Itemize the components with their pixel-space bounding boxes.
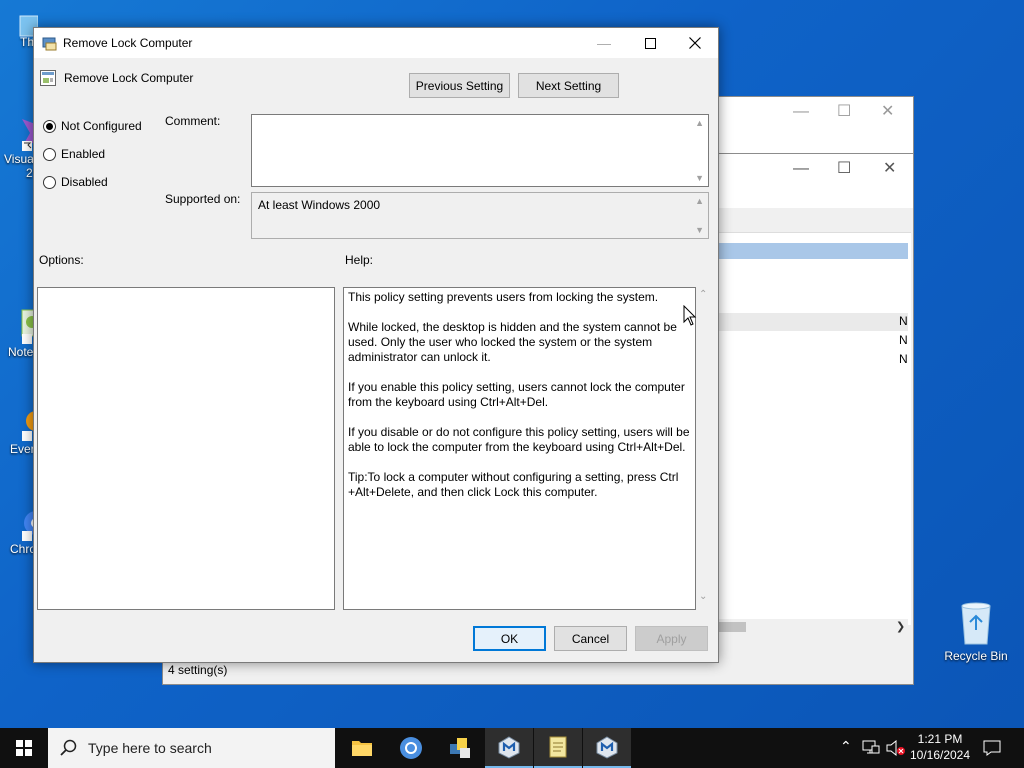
help-paragraph: If you enable this policy setting, users… (348, 380, 685, 409)
radio-indicator[interactable] (43, 147, 56, 161)
search-placeholder: Type here to search (88, 740, 212, 756)
maximize-button[interactable] (627, 28, 673, 58)
setting-header: Remove Lock Computer (64, 71, 194, 85)
scroll-down-icon[interactable]: ⌄ (699, 591, 707, 602)
comment-textarea[interactable]: ▲ ▼ (251, 114, 709, 187)
help-paragraph: Tip:To lock a computer without configuri… (348, 470, 679, 499)
close-icon[interactable]: ✕ (881, 101, 894, 121)
radio-label: Enabled (61, 147, 106, 161)
help-paragraph: This policy setting prevents users from … (348, 290, 659, 304)
close-icon (689, 37, 701, 49)
chrome-icon (400, 737, 422, 759)
supported-on-label: Supported on: (165, 192, 241, 206)
taskbar[interactable]: Type here to search ⌃ 1:21 PM 10/16/2024 (0, 728, 1024, 768)
policy-editor-icon (596, 736, 618, 759)
help-paragraph: If you disable or do not configure this … (348, 425, 690, 454)
maximize-icon[interactable]: ☐ (837, 101, 851, 121)
maximize-icon[interactable]: ☐ (837, 158, 851, 178)
taskbar-notepad[interactable] (534, 728, 582, 768)
next-setting-button[interactable]: Next Setting (518, 73, 619, 98)
list-header-selected (718, 243, 908, 259)
minimize-icon: — (597, 35, 611, 51)
list-item: N (899, 314, 908, 328)
python-app-icon (450, 738, 470, 758)
previous-setting-button[interactable]: Previous Setting (409, 73, 510, 98)
scroll-up-icon[interactable]: ⌃ (699, 289, 707, 300)
scroll-right-icon[interactable]: ❯ (896, 620, 905, 633)
horizontal-scrollbar[interactable]: ❯ (718, 619, 908, 635)
supported-on-value: At least Windows 2000 (258, 198, 381, 212)
scroll-up-icon[interactable]: ▲ (695, 118, 704, 128)
maximize-icon (644, 37, 656, 49)
policy-setting-dialog[interactable]: Remove Lock Computer — Remove Lock Compu… (33, 27, 719, 663)
radio-not-configured[interactable]: Not Configured (43, 119, 142, 133)
help-paragraph: While locked, the desktop is hidden and … (348, 320, 677, 364)
taskbar-policy-editor-1[interactable] (485, 728, 533, 768)
minimize-button[interactable]: — (581, 28, 627, 58)
apply-button[interactable]: Apply (635, 626, 708, 651)
close-icon[interactable]: ✕ (883, 158, 896, 178)
radio-enabled[interactable]: Enabled (43, 147, 105, 161)
background-window-1[interactable]: — ☐ ✕ (716, 96, 914, 158)
taskbar-search-box[interactable]: Type here to search (48, 728, 335, 768)
windows-icon (16, 740, 32, 756)
policy-editor-icon (498, 736, 520, 759)
notepad-icon (549, 736, 567, 758)
list-item: N (899, 333, 908, 347)
minimize-icon[interactable]: — (793, 103, 809, 121)
taskbar-policy-editor-2[interactable] (583, 728, 631, 768)
taskbar-file-explorer[interactable] (338, 728, 386, 768)
folder-icon (352, 741, 372, 756)
radio-label: Not Configured (61, 119, 142, 133)
radio-label: Disabled (61, 175, 108, 189)
radio-disabled[interactable]: Disabled (43, 175, 108, 189)
minimize-icon[interactable]: — (793, 160, 809, 178)
help-text: This policy setting prevents users from … (348, 290, 692, 515)
help-scrollbar[interactable]: ⌃ ⌄ (696, 287, 712, 608)
scroll-up-icon[interactable]: ▲ (695, 196, 704, 206)
mouse-cursor-icon (683, 305, 697, 326)
policy-app-icon (42, 37, 57, 51)
close-button[interactable] (672, 28, 718, 58)
cancel-button[interactable]: Cancel (554, 626, 627, 651)
help-label: Help: (345, 253, 374, 267)
search-icon (60, 739, 77, 756)
list-item: N (899, 352, 908, 366)
dialog-titlebar[interactable]: Remove Lock Computer — (34, 28, 718, 58)
comment-label: Comment: (165, 114, 221, 128)
volume-muted-icon[interactable] (886, 740, 906, 756)
options-label: Options: (39, 253, 84, 267)
notification-icon[interactable] (983, 740, 1001, 756)
recycle-bin-icon (961, 602, 991, 645)
clock-date: 10/16/2024 (909, 748, 971, 762)
scroll-down-icon[interactable]: ▼ (695, 173, 704, 183)
radio-indicator[interactable] (43, 119, 56, 133)
list-row-highlight (718, 313, 908, 331)
recycle-bin-label: Recycle Bin (944, 649, 1008, 663)
dialog-title: Remove Lock Computer (63, 36, 193, 50)
radio-indicator[interactable] (43, 175, 56, 189)
scroll-down-icon[interactable]: ▼ (695, 225, 704, 235)
help-pane[interactable]: This policy setting prevents users from … (343, 287, 696, 610)
show-hidden-icons-chevron-up-icon[interactable]: ⌃ (840, 738, 852, 755)
supported-on-field: At least Windows 2000 ▲ ▼ (251, 192, 709, 239)
clock[interactable]: 1:21 PM 10/16/2024 (905, 731, 975, 763)
clock-time: 1:21 PM (917, 732, 963, 746)
network-icon[interactable] (862, 740, 880, 756)
taskbar-python-app[interactable] (436, 728, 484, 768)
ok-button[interactable]: OK (473, 626, 546, 651)
policy-setting-icon (40, 70, 56, 86)
status-bar: 4 setting(s) (168, 663, 228, 677)
scrollbar-thumb[interactable] (718, 622, 746, 632)
options-pane[interactable] (37, 287, 335, 610)
taskbar-chrome[interactable] (387, 728, 435, 768)
start-button[interactable] (0, 728, 48, 768)
desktop-icon-recycle-bin[interactable]: Recycle Bin (942, 600, 1010, 663)
